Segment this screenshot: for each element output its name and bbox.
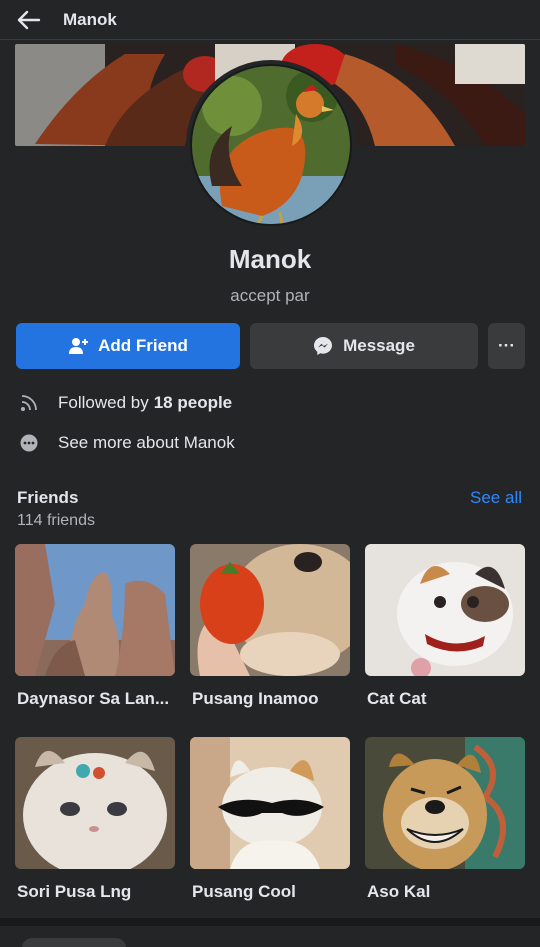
more-options-label: ··· <box>498 336 515 355</box>
section-divider <box>0 918 540 926</box>
friend-name[interactable]: Pusang Cool <box>190 882 350 902</box>
friend-card[interactable]: Sori Pusa Lng <box>15 737 175 902</box>
friend-photo[interactable] <box>365 737 525 869</box>
friend-name[interactable]: Pusang Inamoo <box>190 689 350 709</box>
followed-by-count: 18 people <box>153 393 233 412</box>
friend-photo[interactable] <box>15 737 175 869</box>
friend-card[interactable]: Pusang Cool <box>190 737 350 902</box>
friend-name[interactable]: Daynasor Sa Lan... <box>15 689 175 709</box>
see-more-about-label: See more about Manok <box>58 433 235 452</box>
friend-card[interactable]: Daynasor Sa Lan... <box>15 544 175 709</box>
friends-heading: Friends <box>17 488 79 507</box>
cat-with-bow-photo <box>365 544 525 676</box>
profile-subtitle: accept par <box>230 286 310 305</box>
friend-photo[interactable] <box>190 544 350 676</box>
see-all-friends-link[interactable]: See all <box>470 488 522 508</box>
smiling-dog-photo <box>365 737 525 869</box>
add-friend-label: Add Friend <box>98 336 188 355</box>
friends-count: 114 friends <box>17 512 95 529</box>
friend-name[interactable]: Cat Cat <box>365 689 525 709</box>
friend-card[interactable]: Cat Cat <box>365 544 525 709</box>
ellipsis-circle-icon <box>17 434 41 452</box>
next-section-pill[interactable] <box>22 938 126 947</box>
arrow-left-icon <box>17 10 41 29</box>
followed-by-prefix: Followed by <box>58 393 149 412</box>
page-title: Manok <box>63 9 117 29</box>
message-button[interactable]: Message <box>250 323 478 369</box>
friend-card[interactable]: Aso Kal <box>365 737 525 902</box>
back-button[interactable] <box>17 6 51 34</box>
more-options-button[interactable]: ··· <box>488 323 525 369</box>
rooster-avatar <box>192 66 350 224</box>
friend-name[interactable]: Aso Kal <box>365 882 525 902</box>
friend-photo[interactable] <box>365 544 525 676</box>
rss-feed-icon <box>17 394 41 412</box>
friend-photo[interactable] <box>15 544 175 676</box>
profile-avatar[interactable] <box>186 60 356 230</box>
rock-formation-photo <box>15 544 175 676</box>
friend-name[interactable]: Sori Pusa Lng <box>15 882 175 902</box>
friend-card[interactable]: Pusang Inamoo <box>190 544 350 709</box>
add-person-icon <box>68 337 89 355</box>
cat-sunglasses-photo <box>190 737 350 869</box>
friend-photo[interactable] <box>190 737 350 869</box>
message-label: Message <box>343 336 415 355</box>
profile-name: Manok <box>228 244 312 274</box>
top-bar: Manok <box>0 0 540 40</box>
messenger-icon <box>313 336 333 356</box>
cat-eating-strawberry-photo <box>190 544 350 676</box>
add-friend-button[interactable]: Add Friend <box>16 323 240 369</box>
fluffy-kitten-photo <box>15 737 175 869</box>
followed-by-row[interactable]: Followed by 18 people <box>17 393 232 413</box>
see-more-about-row[interactable]: See more about Manok <box>17 433 235 453</box>
